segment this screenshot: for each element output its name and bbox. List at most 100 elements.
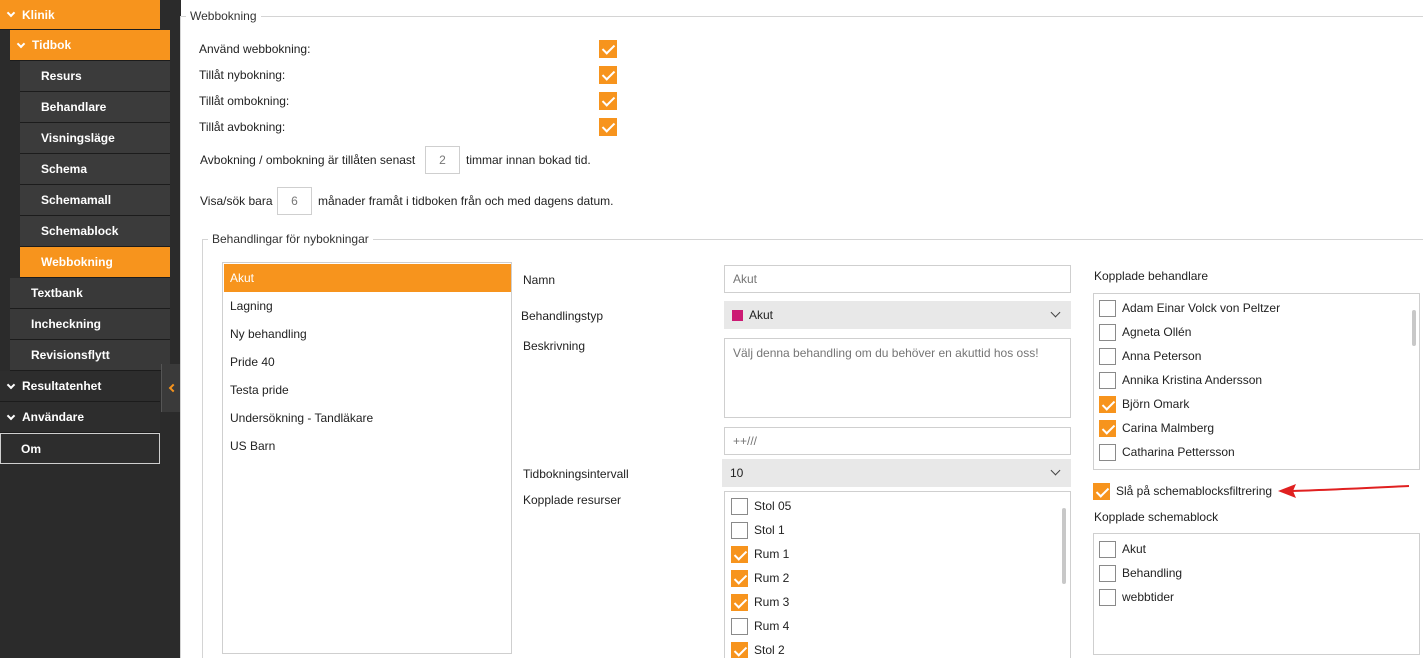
resource-row[interactable]: Stol 2 <box>731 638 785 658</box>
schedule-block-filter-label: Slå på schemablocksfiltrering <box>1116 484 1273 498</box>
type-label: Behandlingstyp <box>521 309 604 323</box>
practitioner-checkbox[interactable] <box>1099 323 1116 341</box>
name-input[interactable] <box>724 265 1071 293</box>
sidebar-item-revisionsflytt[interactable]: Revisionsflytt <box>10 340 170 371</box>
allow-cancel-checkbox[interactable] <box>599 118 617 136</box>
sidebar-item-behandlare[interactable]: Behandlare <box>20 92 170 123</box>
practitioner-row[interactable]: Anna Peterson <box>1099 344 1201 368</box>
sidebar-item-incheckning[interactable]: Incheckning <box>10 309 170 340</box>
practitioner-row[interactable]: Carina Malmberg <box>1099 416 1214 440</box>
resource-row[interactable]: Rum 3 <box>731 590 789 614</box>
sidebar-item-resultatenhet[interactable]: Resultatenhet <box>0 371 160 402</box>
practitioner-checkbox[interactable] <box>1099 419 1116 437</box>
sidebar-item-label: Visningsläge <box>41 131 115 145</box>
resource-checkbox[interactable] <box>731 617 748 635</box>
chevron-down-icon <box>1050 465 1061 476</box>
blocks-label: Kopplade schemablock <box>1094 510 1219 524</box>
resource-checkbox[interactable] <box>731 569 748 587</box>
extra-input[interactable] <box>724 427 1071 455</box>
sidebar-item-schemablock[interactable]: Schemablock <box>20 216 170 247</box>
chevron-left-icon <box>168 383 178 393</box>
use-webbooking-checkbox[interactable] <box>599 40 617 58</box>
practitioner-checkbox[interactable] <box>1099 299 1116 317</box>
allow-rebooking-label: Tillåt ombokning: <box>199 94 290 108</box>
practitioner-label: Carina Malmberg <box>1122 421 1215 435</box>
sidebar-item-klinik[interactable]: Klinik <box>0 0 160 30</box>
list-item[interactable]: US Barn <box>224 432 511 460</box>
sidebar-collapse-button[interactable] <box>161 364 181 412</box>
sidebar-item-om[interactable]: Om <box>0 433 160 464</box>
sidebar-item-label: Revisionsflytt <box>31 348 110 362</box>
cancel-hours-input[interactable] <box>425 146 460 174</box>
resource-row[interactable]: Rum 1 <box>731 542 789 566</box>
resource-checkbox[interactable] <box>731 521 748 539</box>
sidebar-item-resurs[interactable]: Resurs <box>20 61 170 92</box>
sidebar-item-label: Incheckning <box>31 317 102 331</box>
sidebar-item-webbokning[interactable]: Webbokning <box>20 247 170 278</box>
sidebar-item-label: Tidbok <box>32 38 72 52</box>
sidebar-item-schema[interactable]: Schema <box>20 154 170 185</box>
schedule-block-filter-checkbox[interactable] <box>1093 482 1110 500</box>
block-label: webbtider <box>1122 590 1175 604</box>
block-row[interactable]: webbtider <box>1099 585 1174 609</box>
sidebar-item-textbank[interactable]: Textbank <box>10 278 170 309</box>
list-item[interactable]: Akut <box>224 264 511 292</box>
resource-row[interactable]: Rum 2 <box>731 566 789 590</box>
practitioner-row[interactable]: Björn Omark <box>1099 392 1189 416</box>
practitioner-row[interactable]: Catharina Pettersson <box>1099 440 1235 464</box>
list-item[interactable]: Lagning <box>224 292 511 320</box>
webbokning-group-border-left <box>180 16 181 658</box>
resource-checkbox[interactable] <box>731 593 748 611</box>
chevron-down-icon <box>6 411 16 420</box>
allow-new-booking-checkbox[interactable] <box>599 66 617 84</box>
practitioners-scrollbar[interactable] <box>1412 310 1416 346</box>
treatment-list[interactable]: Akut Lagning Ny behandling Pride 40 Test… <box>222 262 512 654</box>
block-row[interactable]: Behandling <box>1099 561 1182 585</box>
months-input[interactable] <box>277 187 312 215</box>
practitioner-row[interactable]: Annika Kristina Andersson <box>1099 368 1262 392</box>
practitioner-row[interactable]: Adam Einar Volck von Peltzer <box>1099 296 1280 320</box>
block-checkbox[interactable] <box>1099 588 1116 606</box>
resource-row[interactable]: Stol 05 <box>731 494 791 518</box>
list-item[interactable]: Ny behandling <box>224 320 511 348</box>
sidebar-item-anvandare[interactable]: Användare <box>0 402 160 433</box>
block-checkbox[interactable] <box>1099 564 1116 582</box>
practitioner-checkbox[interactable] <box>1099 371 1116 389</box>
resource-label: Stol 2 <box>754 643 785 657</box>
practitioner-checkbox[interactable] <box>1099 347 1116 365</box>
practitioner-checkbox[interactable] <box>1099 443 1116 461</box>
sidebar-item-schemamall[interactable]: Schemamall <box>20 185 170 216</box>
resource-row[interactable]: Stol 1 <box>731 518 785 542</box>
resources-scrollbar[interactable] <box>1062 508 1066 584</box>
resource-checkbox[interactable] <box>731 641 748 658</box>
practitioner-label: Adam Einar Volck von Peltzer <box>1122 301 1281 315</box>
resource-checkbox[interactable] <box>731 497 748 515</box>
interval-select[interactable]: 10 <box>722 459 1071 487</box>
description-input[interactable] <box>724 338 1071 418</box>
resource-checkbox[interactable] <box>731 545 748 563</box>
resource-label: Rum 3 <box>754 595 790 609</box>
allow-rebooking-checkbox[interactable] <box>599 92 617 110</box>
list-item[interactable]: Testa pride <box>224 376 511 404</box>
practitioner-checkbox[interactable] <box>1099 395 1116 413</box>
list-item[interactable]: Undersökning - Tandläkare <box>224 404 511 432</box>
practitioners-list[interactable]: Adam Einar Volck von Peltzer Agneta Ollé… <box>1093 293 1420 470</box>
resource-row[interactable]: Rum 4 <box>731 614 789 638</box>
list-item[interactable]: Pride 40 <box>224 348 511 376</box>
months-suffix: månader framåt i tidboken från och med d… <box>318 194 614 208</box>
treatments-group-border <box>202 239 1423 240</box>
practitioner-row[interactable]: Agneta Ollén <box>1099 320 1191 344</box>
sidebar-item-tidbok[interactable]: Tidbok <box>10 30 170 61</box>
allow-cancel-label: Tillåt avbokning: <box>199 120 286 134</box>
interval-label: Tidbokningsintervall <box>523 467 629 481</box>
sidebar-item-label: Resurs <box>41 69 82 83</box>
block-checkbox[interactable] <box>1099 540 1116 558</box>
schedule-block-filter-row[interactable]: Slå på schemablocksfiltrering <box>1093 479 1272 503</box>
blocks-list[interactable]: Akut Behandling webbtider <box>1093 533 1420 655</box>
block-row[interactable]: Akut <box>1099 537 1146 561</box>
name-label: Namn <box>523 273 556 287</box>
chevron-down-icon <box>6 8 16 18</box>
resources-list[interactable]: Stol 05 Stol 1 Rum 1 Rum 2 Rum 3 Rum 4 S… <box>724 491 1071 658</box>
sidebar-item-visningslage[interactable]: Visningsläge <box>20 123 170 154</box>
treatment-type-select[interactable]: Akut <box>724 301 1071 329</box>
